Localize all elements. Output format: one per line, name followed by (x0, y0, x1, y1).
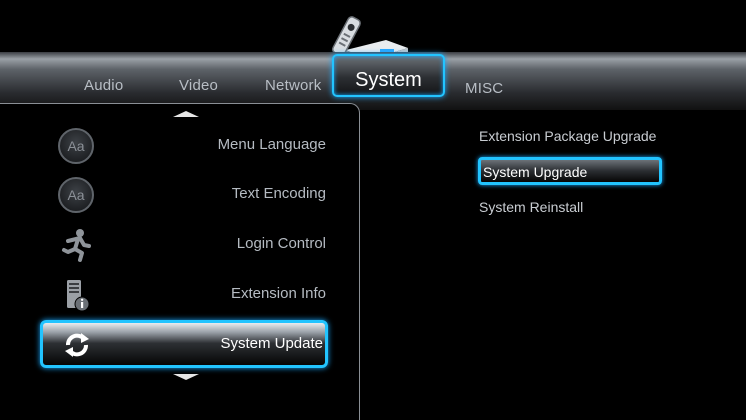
tab-network[interactable]: Network (265, 77, 321, 94)
menu-item-label: Menu Language (217, 136, 326, 153)
scroll-up-arrow-icon[interactable] (173, 111, 199, 117)
scroll-down-arrow-icon[interactable] (173, 374, 199, 380)
menu-item-label: Login Control (236, 235, 326, 252)
tab-audio[interactable]: Audio (84, 77, 123, 94)
tab-system-label: System (355, 69, 422, 91)
tab-system[interactable]: System (332, 54, 445, 97)
refresh-icon (65, 333, 89, 357)
submenu-item-label: System Upgrade (483, 164, 588, 180)
running-man-icon (62, 229, 91, 262)
info-device-icon (67, 280, 90, 312)
menu-item-login-control[interactable]: Login Control (40, 221, 328, 267)
text-aa-icon: Aa (58, 177, 94, 213)
menu-item-menu-language[interactable]: Aa Menu Language (40, 122, 328, 168)
submenu-item-system-upgrade[interactable]: System Upgrade (478, 157, 662, 185)
submenu-item-system-reinstall[interactable]: System Reinstall (479, 199, 583, 215)
menu-item-text-encoding[interactable]: Aa Text Encoding (40, 171, 328, 217)
submenu-item-extension-package-upgrade[interactable]: Extension Package Upgrade (479, 128, 656, 144)
menu-item-label: Text Encoding (231, 185, 326, 202)
tab-misc[interactable]: MISC (465, 80, 503, 97)
text-aa-icon: Aa (58, 128, 94, 164)
menu-item-extension-info[interactable]: Extension Info (40, 271, 328, 317)
tab-video[interactable]: Video (179, 77, 218, 94)
menu-item-label: Extension Info (230, 285, 326, 302)
menu-item-system-update[interactable]: System Update (40, 320, 328, 368)
menu-item-label: System Update (220, 335, 323, 352)
